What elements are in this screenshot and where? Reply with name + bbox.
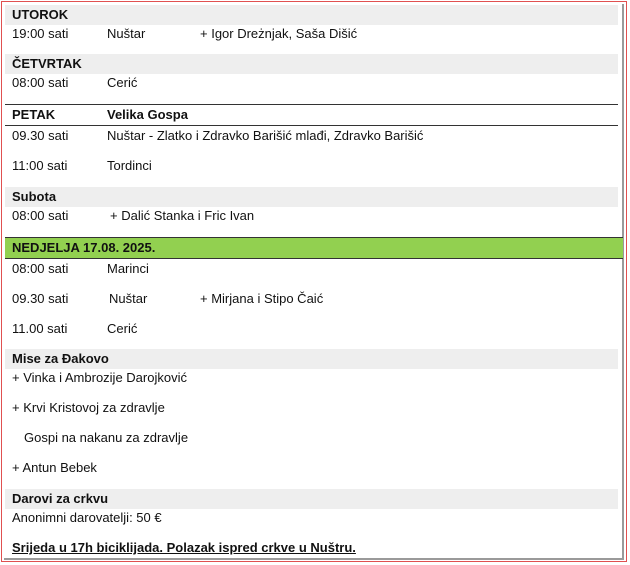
intention: + Mirjana i Stipo Čaić (200, 291, 324, 306)
place: Tordinci (107, 158, 152, 173)
header-label: Mise za Đakovo (12, 351, 109, 366)
section-header-cetvrtak: ČETVRTAK (5, 54, 618, 74)
header-label: NEDJELJA 17.08. 2025. (12, 240, 156, 255)
place: Nuštar (107, 26, 146, 41)
list-item: Gospi na nakanu za zdravlje (5, 428, 618, 448)
intention: Gospi na nakanu za zdravlje (24, 430, 189, 445)
donation: Anonimni darovatelji: 50 € (12, 510, 162, 525)
schedule-row: 08:00 sati + Dalić Stanka i Fric Ivan (5, 206, 618, 226)
intention: + Antun Bebek (12, 460, 97, 475)
time: 19:00 sati (12, 26, 69, 41)
section-header-utorak: UTOROK (5, 5, 618, 25)
intention: + Igor Dreżnjak, Saša Dišić (200, 26, 358, 41)
place: Marinci (107, 261, 149, 276)
time: 11:00 sati (12, 158, 68, 173)
schedule-row: 11:00 sati Tordinci (5, 156, 618, 176)
header-label: PETAK (12, 107, 56, 122)
section-header-mise-djakovo: Mise za Đakovo (5, 349, 618, 369)
schedule-row: 08:00 sati Marinci (5, 259, 618, 279)
place: Cerić (107, 321, 138, 336)
intention: + Vinka i Ambrozije Darojković (12, 370, 187, 385)
section-header-petak: PETAK Velika Gospa (5, 104, 618, 126)
section-header-subota: Subota (5, 187, 618, 207)
time: 08:00 sati (12, 75, 69, 90)
time: 08:00 sati (12, 208, 69, 223)
header-label: Subota (12, 189, 57, 204)
section-header-darovi: Darovi za crkvu (5, 489, 618, 509)
schedule-row: 09.30 sati Nuštar + Mirjana i Stipo Čaić (5, 289, 618, 309)
header-label: Darovi za crkvu (12, 491, 109, 506)
section-header-nedjelja: NEDJELJA 17.08. 2025. (5, 237, 623, 259)
place: Nuštar (109, 291, 148, 306)
time: 08:00 sati (12, 261, 69, 276)
schedule-row: 09.30 sati Nuštar - Zlatko i Zdravko Bar… (5, 126, 618, 146)
header-label: UTOROK (12, 7, 69, 22)
time: 09.30 sati (12, 291, 69, 306)
place: Nuštar - Zlatko i Zdravko Barišić mlađi,… (107, 128, 424, 143)
list-item: + Krvi Kristovoj za zdravlje (5, 398, 618, 418)
intention: + Dalić Stanka i Fric Ivan (110, 208, 255, 223)
header-note: Velika Gospa (107, 107, 188, 122)
time: 11.00 sati (12, 321, 68, 336)
list-item: Anonimni darovatelji: 50 € (5, 508, 618, 528)
schedule-row: 08:00 sati Cerić (5, 73, 618, 93)
header-label: ČETVRTAK (12, 56, 82, 71)
list-item: + Antun Bebek (5, 458, 618, 478)
schedule-row: 19:00 sati Nuštar + Igor Dreżnjak, Saša … (5, 24, 618, 44)
place: Cerić (107, 75, 138, 90)
announcement-row: Srijeda u 17h biciklijada. Polazak ispre… (5, 538, 618, 558)
list-item: + Vinka i Ambrozije Darojković (5, 368, 618, 388)
time: 09.30 sati (12, 128, 69, 143)
schedule-row: 11.00 sati Cerić (5, 319, 618, 339)
intention: + Krvi Kristovoj za zdravlje (12, 400, 165, 415)
announcement: Srijeda u 17h biciklijada. Polazak ispre… (12, 540, 356, 555)
